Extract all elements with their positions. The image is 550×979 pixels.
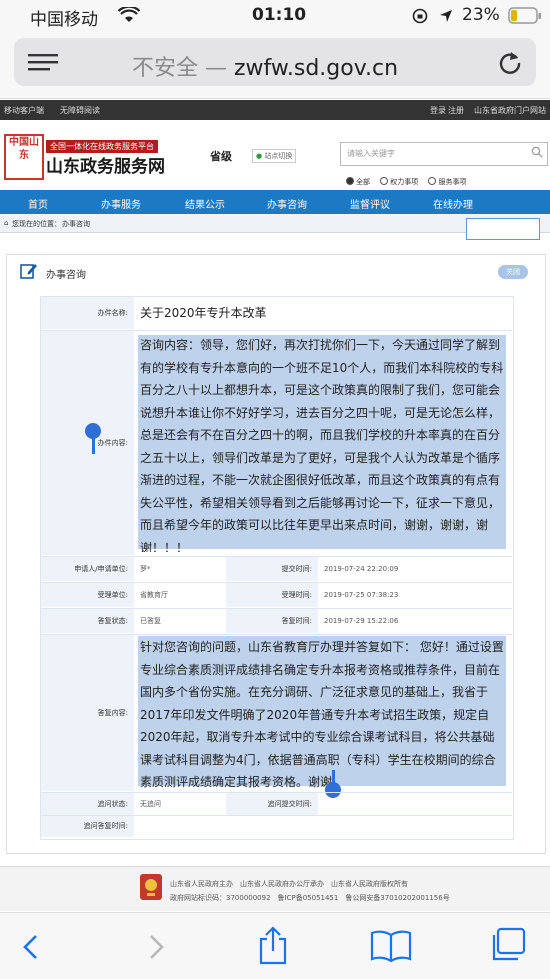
reader-menu-icon[interactable] [28,52,58,74]
battery-percent: 23% [462,5,500,25]
site-switch-button[interactable]: ● 站点切换 [252,149,297,163]
clock: 01:10 [252,5,307,25]
logo-seal: 中国山东 [4,134,44,180]
location-icon [440,10,452,22]
tabs-icon[interactable] [488,927,528,963]
search-icon[interactable] [531,146,543,158]
edit-icon [20,264,37,279]
site-top-strip: 移动客户端 无障碍阅读 登录 注册 山东省政府门户网站 [0,100,550,120]
radio-service-items[interactable]: 服务事项 [428,177,466,187]
carrier-label: 中国移动 [30,10,98,30]
unit-label: 受理单位: [41,583,134,607]
register-link[interactable]: 注册 [448,105,464,116]
reload-icon[interactable] [498,50,522,74]
followup-status-label: 追问状态: [41,793,134,815]
content-value: 咨询内容：领导，您们好，再次打扰你们一下，今天通过同学了解到有的学校有专升本意向… [140,338,504,552]
search-scope-radios: 全部 权力事项 服务事项 [346,177,474,187]
gov-portal-link[interactable]: 山东省政府门户网站 [474,105,546,116]
submit-time-label: 提交时间: [226,557,318,581]
followup-status-value: 无追问 [140,800,161,808]
nav-online[interactable]: 在线办理 [433,196,473,211]
radio-power-items[interactable]: 权力事项 [380,177,418,187]
login-link[interactable]: 登录 [430,105,446,116]
site-header: 中国山东 全国一体化在线政务服务平台 山东政务服务网 省级 ● 站点切换 请输入… [0,120,550,188]
battery-icon [508,7,541,24]
panel-title: 办事咨询 [46,270,86,281]
accept-time-label: 受理时间: [226,583,318,607]
nav-services[interactable]: 办事服务 [101,196,141,211]
followup-submit-label: 追问提交时间: [226,793,318,815]
status-bar: 中国移动 01:10 23% [0,0,550,32]
radio-label: 全部 [356,178,370,186]
radio-dot [380,177,389,185]
submit-time-value: 2019-07-24 22:20:09 [324,565,399,573]
address-bar: 不安全 — zwfw.sd.gov.cn [0,32,550,99]
radio-label: 服务事项 [438,178,467,186]
reply-content-value: 针对您咨询的问题，山东省教育厅办理并答复如下： 您好！通过设置专业综合素质测评成… [140,640,504,789]
reply-status-value: 已答复 [140,617,161,625]
accept-time-value: 2019-07-25 07:38:23 [324,591,399,599]
browser-toolbar [0,912,550,979]
reply-time-value: 2019-07-29 15:22:06 [324,617,399,625]
mobile-client-link[interactable]: 移动客户端 [4,105,44,116]
share-icon[interactable] [258,925,288,965]
nav-consult[interactable]: 办事咨询 [267,196,307,211]
level-label: 省级 [210,150,232,163]
bookmarks-icon[interactable] [370,929,412,963]
search-input[interactable]: 请输入关键字 [340,142,548,166]
nav-results[interactable]: 结果公示 [185,196,225,211]
radio-all[interactable]: 全部 [346,177,370,187]
insecure-label: 不安全 — [132,56,227,81]
selection-end-handle[interactable] [325,782,341,798]
radio-label: 权力事项 [390,178,419,186]
breadcrumb-prefix: 您现在的位置： [12,220,61,228]
search-placeholder: 请输入关键字 [347,149,395,158]
site-switch-label: 站点切换 [264,152,293,160]
reply-status-label: 答复状态: [41,609,134,633]
orientation-lock-icon [412,8,428,24]
footer-line-1: 山东省人民政府主办 山东省人民政府办公厅承办 山东省人民政府版权所有 [170,880,408,888]
name-label: 办件名称: [41,297,134,329]
main-nav: 首页 办事服务 结果公示 办事咨询 监督评议 在线办理 [0,190,550,214]
close-button[interactable]: 关闭 [498,265,528,279]
forward-icon[interactable] [144,933,168,961]
gov-emblem-icon [140,874,162,900]
applicant-label: 申请人/申请单位: [41,557,134,581]
nav-home[interactable]: 首页 [28,196,48,211]
domain-label: zwfw.sd.gov.cn [234,56,399,81]
breadcrumb-action-button[interactable] [466,218,540,240]
unit-value: 省教育厅 [140,591,168,599]
nav-supervision[interactable]: 监督评议 [350,196,390,211]
wifi-icon [118,7,140,22]
footer-line-2: 政府网站标识码：3700000092 鲁ICP备05051451 鲁公网安备37… [170,894,450,902]
url-field[interactable]: 不安全 — zwfw.sd.gov.cn [14,38,536,86]
radio-dot [428,177,437,185]
map-pin-icon: ● [256,152,263,160]
breadcrumb-current[interactable]: 办事咨询 [62,219,90,229]
applicant-value: 罗* [140,565,151,573]
reply-time-label: 答复时间: [226,609,318,633]
site-logo-title[interactable]: 山东政务服务网 [46,152,165,177]
accessible-reading-link[interactable]: 无障碍阅读 [60,105,100,116]
followup-reply-label: 追问答复时间: [41,816,134,837]
name-value: 关于2020年专升本改革 [140,306,267,320]
home-icon: ⌂ [4,219,9,227]
reply-content-label: 答复内容: [41,635,134,791]
selection-start-bar [92,436,95,454]
url-text: 不安全 — zwfw.sd.gov.cn [132,50,398,82]
site-footer: 山东省人民政府主办 山东省人民政府办公厅承办 山东省人民政府版权所有 政府网站标… [0,866,550,911]
content-label: 办件内容: [41,331,134,555]
back-icon[interactable] [20,933,44,961]
radio-dot [346,177,354,185]
